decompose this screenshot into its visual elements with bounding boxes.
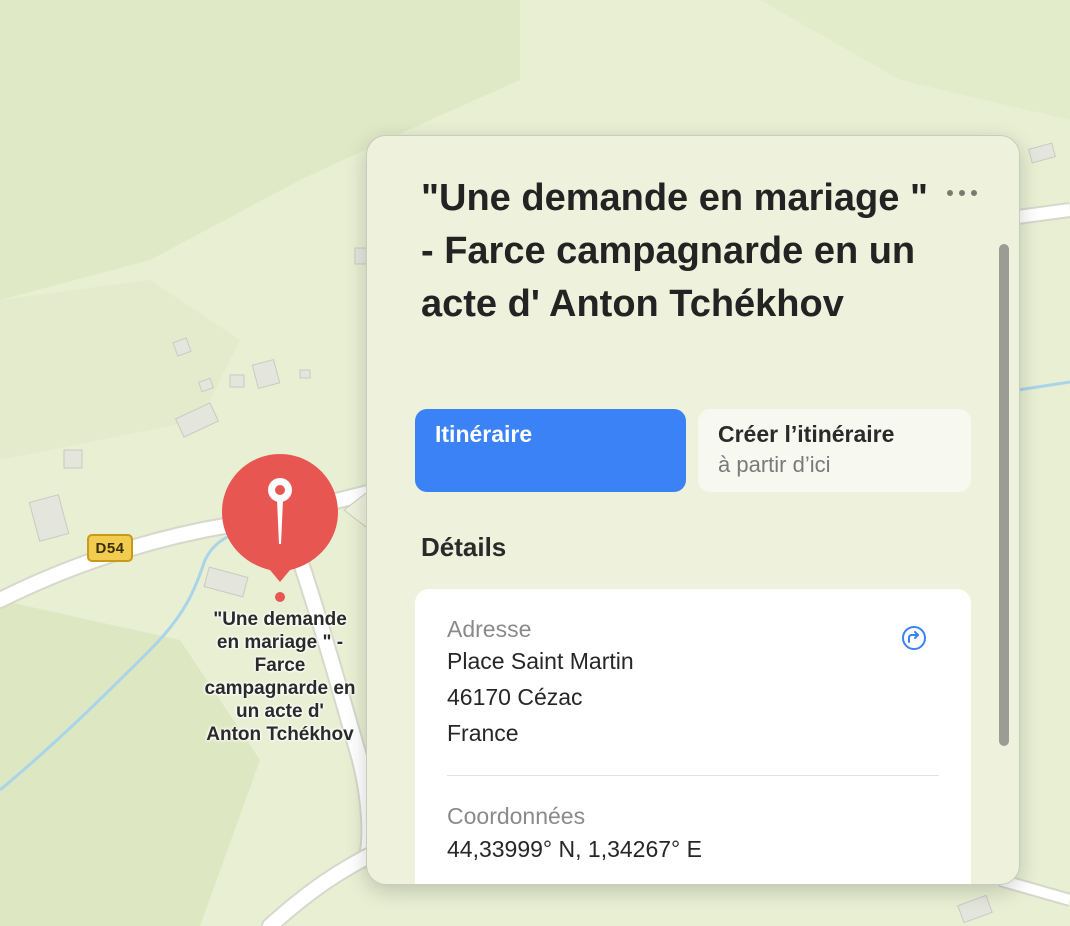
place-card: "Une demande en mariage " - Farce campag… — [366, 135, 1020, 885]
directions-label: Itinéraire — [435, 421, 533, 447]
create-route-from-here-button[interactable]: Créer l’itinéraire à partir d’ici — [698, 409, 971, 492]
directions-button[interactable]: Itinéraire — [415, 409, 686, 492]
pin-label[interactable]: "Une demande en mariage " - Farce campag… — [180, 608, 380, 746]
ellipsis-icon — [947, 190, 977, 196]
details-card: Adresse Place Saint Martin 46170 Cézac F… — [415, 589, 971, 884]
address-line-1[interactable]: Place Saint Martin — [447, 643, 634, 679]
address-line-2[interactable]: 46170 Cézac — [447, 679, 583, 715]
create-route-sublabel: à partir d’ici — [718, 452, 831, 477]
share-icon[interactable] — [899, 623, 929, 653]
coordinates-label: Coordonnées — [447, 803, 586, 829]
details-divider — [447, 775, 939, 776]
map-view[interactable]: D54 "Une demande en mariage " - Farce ca… — [0, 0, 1070, 926]
more-options-button[interactable] — [942, 178, 982, 208]
address-label: Adresse — [447, 616, 532, 642]
road-shield-d54: D54 — [87, 534, 133, 562]
address-line-3[interactable]: France — [447, 715, 519, 751]
coordinates-value[interactable]: 44,33999° N, 1,34267° E — [447, 831, 702, 867]
create-route-label: Créer l’itinéraire — [718, 421, 895, 447]
map-pin-icon[interactable] — [220, 452, 340, 602]
scrollbar-thumb[interactable] — [999, 244, 1009, 746]
details-heading: Détails — [421, 532, 507, 562]
place-title: "Une demande en mariage " - Farce campag… — [421, 177, 928, 325]
